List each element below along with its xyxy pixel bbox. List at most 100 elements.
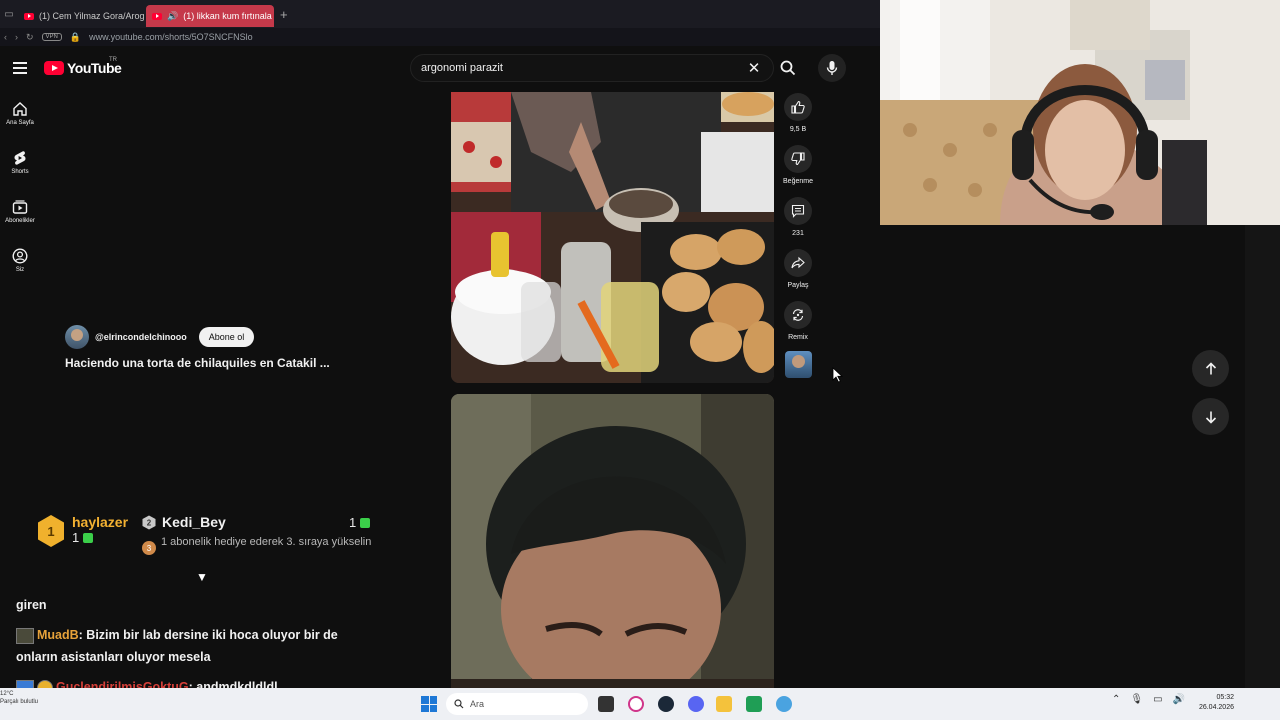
system-tray: ⌃ 🎙 ▭ 🔊 (1112, 694, 1185, 705)
video-frame-food (451, 92, 774, 383)
comment-count: 231 (792, 230, 804, 237)
taskbar-search-placeholder: Ara (470, 699, 485, 709)
clock[interactable]: 05:32 26.04.2026 (1192, 693, 1234, 713)
settings-icon[interactable] (776, 696, 792, 712)
dislike-label: Beğenme (783, 178, 813, 185)
gift-icon (360, 517, 371, 528)
arrow-down-icon (1205, 411, 1216, 424)
previous-short-button[interactable] (1192, 350, 1229, 387)
chevron-up-icon[interactable]: ⌃ (1112, 694, 1120, 705)
tab-actions-icon[interactable]: ▭ (0, 0, 18, 28)
subscribe-button[interactable]: Abone ol (198, 327, 255, 347)
comments-button[interactable]: 231 (780, 197, 816, 237)
webcam-feed (880, 0, 1280, 225)
nav-label: Siz (15, 267, 25, 273)
windows-start-icon[interactable] (421, 696, 437, 712)
stream-side-strip (1245, 225, 1280, 688)
top-gifter-name: haylazer (72, 514, 129, 530)
search-input[interactable]: argonomi parazit (421, 62, 745, 74)
next-short-video[interactable] (451, 394, 774, 694)
short-video-player[interactable] (451, 92, 774, 383)
shorts-icon (14, 151, 26, 165)
search-button[interactable] (774, 55, 802, 81)
task-view-icon[interactable] (598, 696, 614, 712)
youtube-favicon-icon (24, 12, 34, 20)
youtube-logo-icon (44, 61, 64, 75)
mouse-cursor-icon (832, 367, 844, 383)
video-frame-man (451, 394, 774, 694)
share-button[interactable]: Paylaş (780, 249, 816, 289)
channel-avatar[interactable] (65, 325, 89, 349)
thumbs-up-icon (791, 100, 805, 114)
forward-icon[interactable]: › (15, 32, 18, 42)
taskbar-search[interactable]: Ara (446, 693, 588, 715)
comment-icon (791, 204, 805, 218)
chat-message: onların asistanları oluyor mesela (16, 650, 211, 664)
voice-search-button[interactable] (818, 54, 846, 82)
tab-title: (1) likkan kum fırtınala (183, 11, 272, 21)
like-count: 9,5 B (789, 126, 807, 133)
weather-widget[interactable]: 12°C Parçalı bulutlu (0, 690, 38, 706)
back-icon[interactable]: ‹ (4, 32, 7, 42)
browser-tab-2[interactable]: 🔊 (1) likkan kum fırtınala (146, 5, 274, 27)
subscriptions-icon (12, 200, 28, 214)
top-gifter-count: 1 (72, 530, 128, 545)
browser-tab-1[interactable]: (1) Cem Yilmaz Gora/Arog (18, 5, 146, 27)
nav-item-you[interactable]: Siz (0, 247, 40, 273)
speaker-icon: 🔊 (167, 10, 179, 21)
remix-icon (792, 309, 804, 321)
search-box[interactable]: argonomi parazit ✕ (410, 54, 774, 82)
home-icon (13, 102, 27, 116)
hexagon-rank-icon: 1 (38, 515, 64, 547)
discord-icon[interactable] (688, 696, 704, 712)
user-badge-icon (16, 627, 34, 644)
nav-item-subscriptions[interactable]: Abonelikler (0, 198, 40, 224)
top-gifter-1: 1 haylazer 1 (36, 514, 128, 548)
app-icon[interactable] (746, 696, 762, 712)
svg-text:1: 1 (47, 524, 54, 539)
short-title[interactable]: Haciendo una torta de chilaquiles en Cat… (65, 356, 330, 370)
search-icon (780, 60, 796, 76)
audio-source-thumbnail[interactable] (785, 351, 812, 378)
vpn-badge[interactable]: VPN (41, 33, 62, 41)
svg-text:2: 2 (147, 518, 152, 527)
microphone-icon[interactable]: 🎙 (1130, 694, 1143, 705)
share-icon (791, 256, 805, 269)
chat-message: giren (16, 598, 47, 612)
volume-icon[interactable]: 🔊 (1173, 694, 1185, 705)
nav-item-home[interactable]: Ana Sayfa (0, 100, 40, 126)
next-short-button[interactable] (1192, 398, 1229, 435)
gift-icon (83, 532, 94, 543)
browser-tab-strip: ▭ (1) Cem Yilmaz Gora/Arog 🔊 (1) likkan … (0, 0, 880, 28)
reload-icon[interactable]: ↻ (26, 32, 34, 43)
nav-label: Shorts (11, 169, 29, 175)
dislike-button[interactable]: Beğenme (780, 145, 816, 185)
thumbs-down-icon (791, 152, 805, 166)
search-icon (454, 699, 464, 709)
chat-username: MuadB (37, 628, 79, 642)
url-field[interactable]: www.youtube.com/shorts/5O7SNCFNSlo (89, 32, 253, 42)
lock-icon: 🔒 (69, 31, 82, 42)
chat-scroll-icon[interactable]: ▼ (196, 570, 208, 584)
share-label: Paylaş (787, 282, 809, 289)
tab-title: (1) Cem Yilmaz Gora/Arog (39, 11, 145, 21)
new-tab-button[interactable]: + (280, 7, 288, 22)
menu-icon[interactable] (13, 62, 27, 74)
user-icon (12, 248, 28, 264)
remix-button[interactable]: Remix (780, 301, 816, 341)
nav-item-shorts[interactable]: Shorts (0, 149, 40, 175)
network-icon[interactable]: ▭ (1153, 694, 1162, 705)
opera-icon[interactable] (628, 696, 644, 712)
chat-message: MuadB: Bizim bir lab dersine iki hoca ol… (16, 624, 338, 646)
channel-name[interactable]: @elrincondelchinooo (95, 332, 187, 342)
gifter-count: 1 (349, 515, 371, 530)
nav-label: Ana Sayfa (6, 120, 34, 126)
file-explorer-icon[interactable] (716, 696, 732, 712)
clear-search-icon[interactable]: ✕ (745, 59, 763, 77)
region-label: TR (109, 57, 117, 63)
channel-row: @elrincondelchinooo Abone ol (65, 325, 255, 349)
like-button[interactable]: 9,5 B (780, 93, 816, 133)
rank-2-badge-icon: 2 (142, 515, 156, 529)
address-bar: ‹ › ↻ VPN 🔒 www.youtube.com/shorts/5O7SN… (0, 28, 880, 46)
steam-icon[interactable] (658, 696, 674, 712)
